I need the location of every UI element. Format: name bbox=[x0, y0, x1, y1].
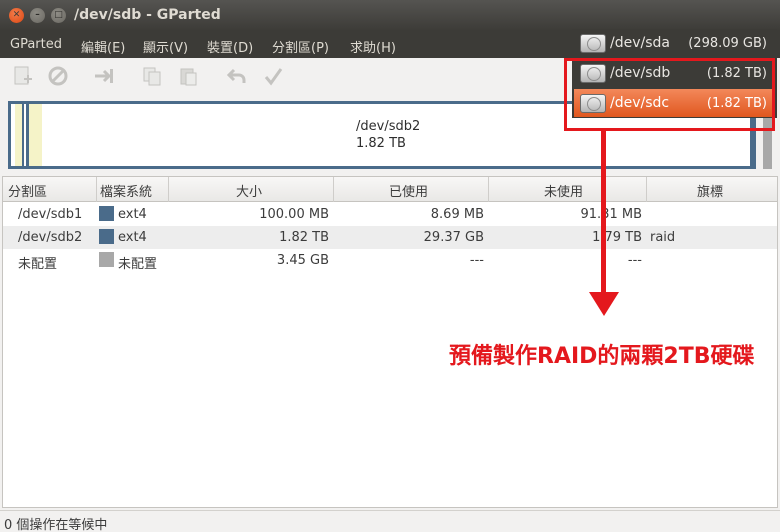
partition-graph-name: /dev/sdb2 bbox=[356, 119, 421, 134]
menu-device[interactable]: 裝置(D) bbox=[207, 37, 253, 56]
new-partition-icon[interactable] bbox=[12, 65, 34, 87]
menu-gparted[interactable]: GParted bbox=[10, 37, 62, 52]
undo-icon[interactable] bbox=[226, 65, 248, 87]
title-bar: ✕ – □ /dev/sdb - GParted bbox=[0, 0, 780, 31]
column-header-unused[interactable]: 未使用 bbox=[544, 181, 583, 200]
menu-help[interactable]: 求助(H) bbox=[350, 37, 396, 56]
annotation-arrow-head bbox=[589, 292, 619, 316]
paste-icon[interactable] bbox=[177, 65, 199, 87]
menu-edit[interactable]: 編輯(E) bbox=[81, 37, 125, 56]
device-size: (298.09 GB) bbox=[688, 36, 767, 51]
column-header-partition[interactable]: 分割區 bbox=[8, 181, 47, 200]
pending-operations-status: 0 個操作在等候中 bbox=[4, 518, 108, 532]
filesystem-color-swatch bbox=[99, 252, 114, 267]
cell-filesystem: 未配置 bbox=[118, 257, 158, 272]
column-header-used[interactable]: 已使用 bbox=[389, 181, 428, 200]
table-row[interactable]: 未配置 未配置 3.45 GB --- --- bbox=[3, 249, 777, 272]
resize-move-icon[interactable] bbox=[93, 65, 115, 87]
cell-used: --- bbox=[469, 253, 484, 268]
delete-partition-icon[interactable] bbox=[47, 65, 69, 87]
toolbar bbox=[0, 58, 560, 96]
annotation-text: 預備製作RAID的兩顆2TB硬碟 bbox=[449, 344, 755, 369]
device-item-sda[interactable]: /dev/sda (298.09 GB) bbox=[574, 29, 775, 57]
menu-view[interactable]: 顯示(V) bbox=[143, 37, 188, 56]
copy-icon[interactable] bbox=[141, 65, 163, 87]
cell-filesystem: ext4 bbox=[118, 230, 147, 245]
table-row[interactable]: /dev/sdb1 ext4 100.00 MB 8.69 MB 91.31 M… bbox=[3, 203, 777, 226]
cell-unused: 91.31 MB bbox=[580, 207, 642, 222]
column-header-filesystem[interactable]: 檔案系統 bbox=[100, 181, 152, 200]
cell-unused: 1.79 TB bbox=[592, 230, 642, 245]
apply-icon[interactable] bbox=[262, 65, 284, 87]
close-window-button[interactable]: ✕ bbox=[9, 8, 24, 23]
menu-partition[interactable]: 分割區(P) bbox=[272, 37, 329, 56]
cell-used: 29.37 GB bbox=[423, 230, 484, 245]
cell-partition: /dev/sdb2 bbox=[18, 230, 83, 245]
maximize-window-button[interactable]: □ bbox=[51, 8, 66, 23]
partition-segment-sdb1[interactable] bbox=[15, 104, 24, 166]
table-row[interactable]: /dev/sdb2 ext4 1.82 TB 29.37 GB 1.79 TB … bbox=[3, 226, 777, 249]
filesystem-color-swatch bbox=[99, 206, 114, 221]
table-header: 分割區 檔案系統 大小 已使用 未使用 旗標 bbox=[3, 177, 777, 202]
cell-filesystem: ext4 bbox=[118, 207, 147, 222]
device-name: /dev/sda bbox=[610, 35, 670, 51]
cell-size: 100.00 MB bbox=[259, 207, 329, 222]
hard-disk-icon bbox=[580, 34, 606, 53]
cell-size: 1.82 TB bbox=[279, 230, 329, 245]
cell-flags: raid bbox=[650, 230, 676, 245]
cell-used: 8.69 MB bbox=[430, 207, 484, 222]
filesystem-color-swatch bbox=[99, 229, 114, 244]
column-header-size[interactable]: 大小 bbox=[236, 181, 262, 200]
cell-unused: --- bbox=[627, 253, 642, 268]
cell-partition: /dev/sdb1 bbox=[18, 207, 83, 222]
annotation-arrow bbox=[601, 131, 606, 293]
status-bar: 0 個操作在等候中 bbox=[0, 510, 780, 532]
minimize-window-button[interactable]: – bbox=[30, 8, 45, 23]
partition-graph-size: 1.82 TB bbox=[356, 136, 406, 151]
cell-partition: 未配置 bbox=[18, 257, 58, 272]
highlight-box bbox=[564, 58, 775, 131]
column-header-flags[interactable]: 旗標 bbox=[697, 181, 723, 200]
window-title: /dev/sdb - GParted bbox=[74, 7, 221, 23]
cell-size: 3.45 GB bbox=[276, 253, 329, 268]
